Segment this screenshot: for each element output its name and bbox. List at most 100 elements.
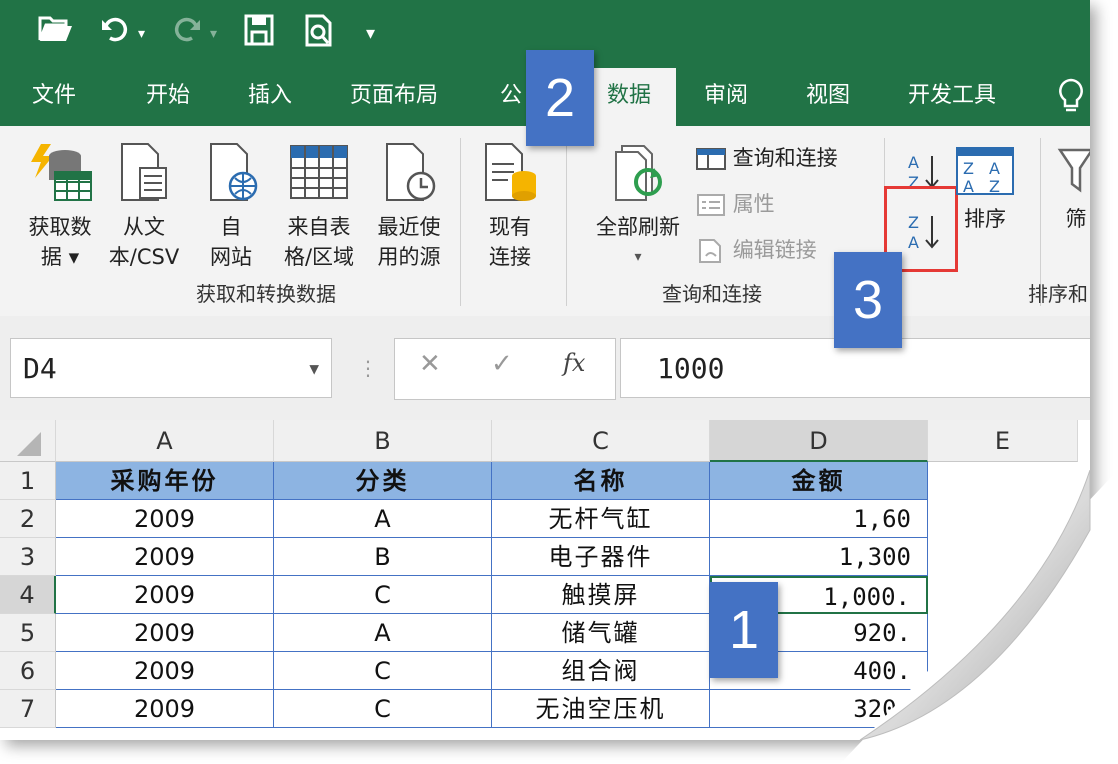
table-cell[interactable]: 组合阀 [492, 652, 710, 690]
column-header-d[interactable]: D [710, 420, 928, 462]
table-cell[interactable]: A [274, 500, 492, 538]
column-header-c[interactable]: C [492, 420, 710, 462]
group-queries-label: 查询和连接 [662, 282, 762, 306]
tab-data[interactable]: 数据 [582, 68, 676, 126]
recent-clock-icon [386, 143, 436, 201]
tab-file[interactable]: 文件 [32, 68, 76, 126]
sort-dialog-icon: ZAAZ [956, 147, 1014, 196]
header-cell-name[interactable]: 名称 [492, 462, 710, 500]
table-cell[interactable]: 储气罐 [492, 614, 710, 652]
page-curl-decoration [840, 470, 1118, 764]
undo-dropdown-icon[interactable]: ▾ [138, 14, 145, 54]
refresh-all-button[interactable]: 全部刷新 ▾ [584, 142, 692, 272]
table-cell[interactable]: 无杆气缸 [492, 500, 710, 538]
select-all-corner[interactable] [0, 420, 56, 462]
save-icon[interactable] [244, 14, 274, 57]
row-header-6[interactable]: 6 [0, 652, 56, 690]
table-cell[interactable]: 2009 [56, 576, 274, 614]
step-2-badge: 2 [526, 50, 594, 146]
database-icon [31, 144, 92, 201]
insert-function-icon[interactable]: fx [563, 349, 585, 377]
table-cell[interactable]: 2009 [56, 500, 274, 538]
svg-text:Z: Z [963, 159, 974, 178]
table-cell[interactable]: 2009 [56, 614, 274, 652]
cancel-icon[interactable]: ✕ [419, 349, 441, 379]
group-get-transform-label: 获取和转换数据 [196, 282, 336, 306]
ribbon-separator [460, 138, 461, 306]
web-globe-icon [210, 143, 258, 201]
row-header-4[interactable]: 4 [0, 576, 56, 614]
formula-bar: D4 ▼ ⋮ ✕ ✓ fx 1000 [0, 316, 1090, 420]
sort-button[interactable]: ZAAZ 排序 [952, 146, 1018, 234]
svg-text:A: A [963, 177, 974, 196]
queries-connections-button[interactable]: 查询和连接 [696, 142, 838, 172]
edit-links-icon [699, 239, 721, 263]
tab-page-layout[interactable]: 页面布局 [350, 68, 438, 126]
redo-dropdown-icon[interactable]: ▾ [210, 14, 217, 54]
filter-button[interactable]: 筛 [1056, 146, 1090, 234]
from-table-range-button[interactable]: 来自表 格/区域 [276, 142, 362, 272]
column-header-a[interactable]: A [56, 420, 274, 462]
properties-button[interactable]: 属性 [696, 188, 775, 218]
recent-sources-button[interactable]: 最近使 用的源 [366, 142, 452, 272]
svg-text:A: A [908, 153, 919, 172]
connections-icon [485, 143, 536, 201]
tab-formulas[interactable]: 公 [500, 68, 522, 126]
properties-icon [697, 194, 725, 216]
table-cell[interactable]: C [274, 652, 492, 690]
data-ribbon: 获取数 据 ▾ 从文 本/CSV 自 网站 来自表 格/区域 最近使 用的源 现… [0, 126, 1090, 317]
table-icon [290, 145, 348, 199]
edit-links-button[interactable]: 编辑链接 [696, 234, 817, 264]
row-header-3[interactable]: 3 [0, 538, 56, 576]
tab-insert[interactable]: 插入 [248, 68, 292, 126]
table-cell[interactable]: A [274, 614, 492, 652]
filter-funnel-icon [1057, 148, 1090, 193]
print-preview-icon[interactable] [304, 14, 334, 59]
tab-home[interactable]: 开始 [146, 68, 190, 126]
drag-handle-icon[interactable]: ⋮ [358, 356, 378, 380]
ribbon-separator [566, 138, 567, 306]
table-cell[interactable]: C [274, 576, 492, 614]
text-file-icon [121, 143, 167, 201]
header-cell-year[interactable]: 采购年份 [56, 462, 274, 500]
row-header-7[interactable]: 7 [0, 690, 56, 728]
queries-icon [696, 148, 726, 170]
row-header-1[interactable]: 1 [0, 462, 56, 500]
formula-buttons: ✕ ✓ fx [394, 338, 616, 400]
tab-review[interactable]: 审阅 [704, 68, 748, 126]
enter-icon[interactable]: ✓ [491, 349, 513, 379]
column-header-b[interactable]: B [274, 420, 492, 462]
existing-connections-button[interactable]: 现有 连接 [474, 142, 546, 272]
svg-text:Z: Z [989, 177, 1000, 196]
table-cell[interactable]: 无油空压机 [492, 690, 710, 728]
name-box[interactable]: D4 ▼ [10, 338, 332, 398]
svg-text:A: A [989, 159, 1000, 178]
row-header-5[interactable]: 5 [0, 614, 56, 652]
customize-qat-icon[interactable]: ▾ [366, 14, 375, 54]
step-3-badge: 3 [834, 252, 902, 348]
header-cell-category[interactable]: 分类 [274, 462, 492, 500]
table-cell[interactable]: C [274, 690, 492, 728]
tab-developer[interactable]: 开发工具 [908, 68, 996, 126]
undo-icon[interactable] [100, 14, 130, 55]
step-1-badge: 1 [710, 582, 778, 678]
table-cell[interactable]: 2009 [56, 538, 274, 576]
refresh-dropdown-icon[interactable]: ▾ [584, 242, 692, 272]
folder-open-icon[interactable] [38, 14, 74, 55]
group-sort-label: 排序和 [1028, 282, 1088, 306]
name-box-dropdown-icon[interactable]: ▼ [309, 339, 319, 399]
table-cell[interactable]: B [274, 538, 492, 576]
column-header-e[interactable]: E [928, 420, 1078, 462]
tab-view[interactable]: 视图 [806, 68, 850, 126]
table-cell[interactable]: 触摸屏 [492, 576, 710, 614]
lightbulb-icon[interactable] [1058, 68, 1084, 126]
redo-icon[interactable] [172, 14, 202, 55]
get-data-button[interactable]: 获取数 据 ▾ [18, 142, 102, 272]
table-cell[interactable]: 2009 [56, 652, 274, 690]
row-header-2[interactable]: 2 [0, 500, 56, 538]
from-web-button[interactable]: 自 网站 [196, 142, 266, 272]
table-cell[interactable]: 电子器件 [492, 538, 710, 576]
refresh-icon [615, 145, 662, 201]
from-text-csv-button[interactable]: 从文 本/CSV [104, 142, 184, 272]
table-cell[interactable]: 2009 [56, 690, 274, 728]
